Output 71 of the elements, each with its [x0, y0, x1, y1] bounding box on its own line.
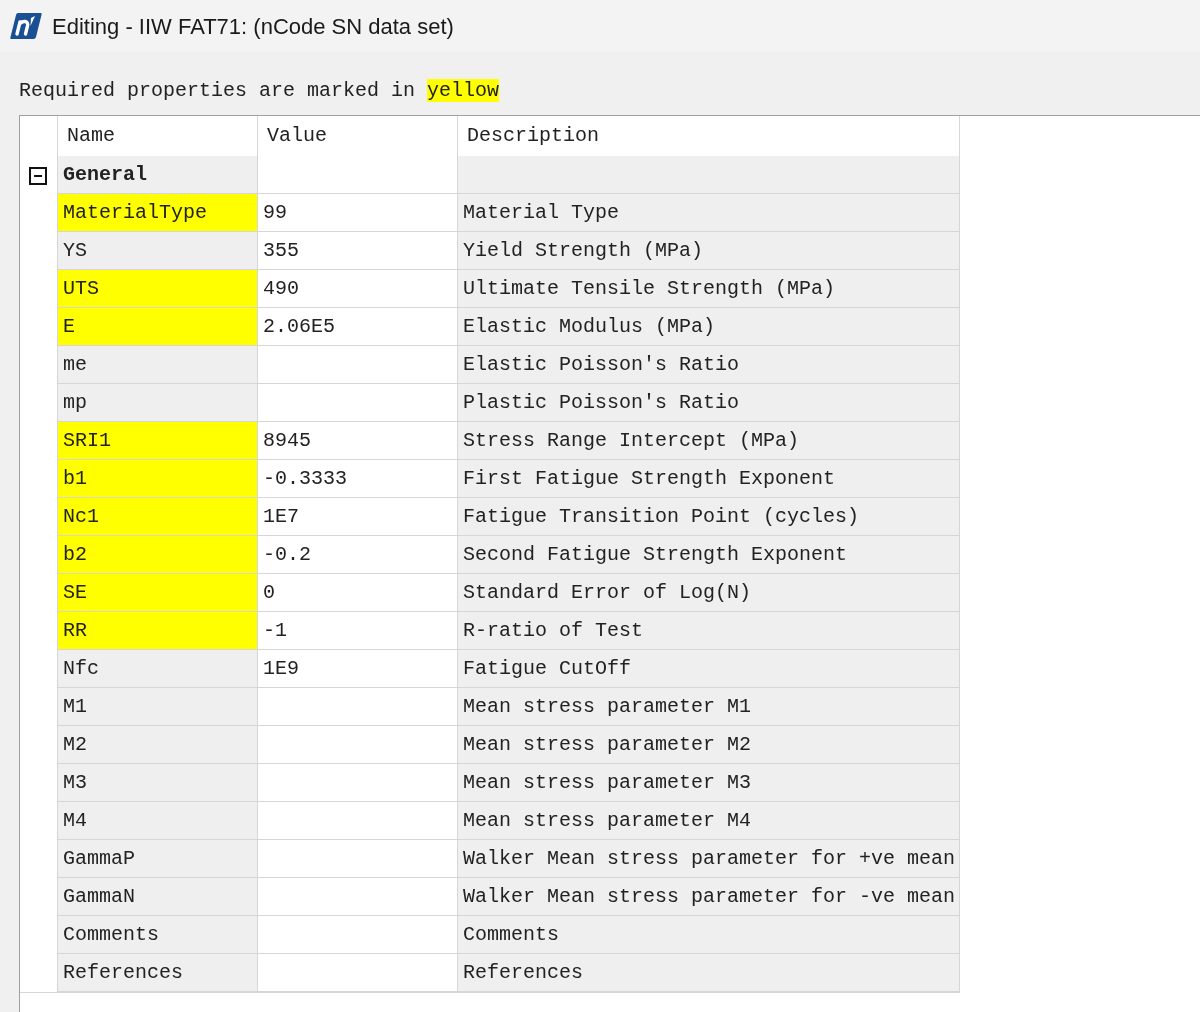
property-description: R-ratio of Test	[458, 612, 960, 650]
property-name: E	[58, 308, 258, 346]
value-field[interactable]	[258, 954, 458, 992]
value-field[interactable]	[258, 346, 458, 384]
property-description: Mean stress parameter M2	[458, 726, 960, 764]
property-name: me	[58, 346, 258, 384]
window-title: Editing - IIW FAT71: (nCode SN data set)	[52, 12, 454, 41]
property-description: First Fatigue Strength Exponent	[458, 460, 960, 498]
name-column-header[interactable]: Name	[67, 121, 115, 151]
property-name: Comments	[58, 916, 258, 954]
property-description: Material Type	[458, 194, 960, 232]
value-field[interactable]: 490	[258, 270, 458, 308]
value-field[interactable]: 2.06E5	[258, 308, 458, 346]
property-name: MaterialType	[58, 194, 258, 232]
value-field[interactable]	[258, 726, 458, 764]
property-description: Elastic Modulus (MPa)	[458, 308, 960, 346]
value-field[interactable]: -0.3333	[258, 460, 458, 498]
property-description: Stress Range Intercept (MPa)	[458, 422, 960, 460]
property-description: Mean stress parameter M3	[458, 764, 960, 802]
property-name: M4	[58, 802, 258, 840]
property-name: SRI1	[58, 422, 258, 460]
property-name: M3	[58, 764, 258, 802]
property-description: References	[458, 954, 960, 992]
property-name: GammaN	[58, 878, 258, 916]
property-name: RR	[58, 612, 258, 650]
property-name: b1	[58, 460, 258, 498]
legend-text: Required properties are marked in yellow	[19, 78, 500, 103]
property-name: UTS	[58, 270, 258, 308]
property-name: b2	[58, 536, 258, 574]
value-field[interactable]	[258, 878, 458, 916]
property-description: Plastic Poisson's Ratio	[458, 384, 960, 422]
value-field[interactable]	[258, 688, 458, 726]
property-description: Walker Mean stress parameter for -ve mean	[458, 878, 960, 916]
property-name: M1	[58, 688, 258, 726]
collapse-icon[interactable]	[29, 167, 47, 185]
property-description: Mean stress parameter M1	[458, 688, 960, 726]
value-field[interactable]: 0	[258, 574, 458, 612]
value-field[interactable]: 355	[258, 232, 458, 270]
value-field[interactable]	[258, 802, 458, 840]
value-field[interactable]: -1	[258, 612, 458, 650]
property-name: Nc1	[58, 498, 258, 536]
property-name: SE	[58, 574, 258, 612]
property-name: M2	[58, 726, 258, 764]
value-field[interactable]	[258, 764, 458, 802]
value-field[interactable]	[258, 840, 458, 878]
property-name: References	[58, 954, 258, 992]
description-column-header[interactable]: Description	[467, 121, 600, 151]
value-field[interactable]: 1E9	[258, 650, 458, 688]
app-logo-icon	[10, 13, 42, 39]
property-name: GammaP	[58, 840, 258, 878]
property-name: Nfc	[58, 650, 258, 688]
property-description: Elastic Poisson's Ratio	[458, 346, 960, 384]
value-field[interactable]: -0.2	[258, 536, 458, 574]
property-description: Fatigue Transition Point (cycles)	[458, 498, 960, 536]
property-description: Standard Error of Log(N)	[458, 574, 960, 612]
property-description: Walker Mean stress parameter for +ve mean	[458, 840, 960, 878]
property-description: Second Fatigue Strength Exponent	[458, 536, 960, 574]
property-description: Yield Strength (MPa)	[458, 232, 960, 270]
value-field[interactable]: 8945	[258, 422, 458, 460]
value-column-header[interactable]: Value	[267, 121, 327, 151]
property-description: Comments	[458, 916, 960, 954]
property-name: YS	[58, 232, 258, 270]
property-description: Ultimate Tensile Strength (MPa)	[458, 270, 960, 308]
value-field[interactable]	[258, 384, 458, 422]
value-field[interactable]: 99	[258, 194, 458, 232]
property-description: Fatigue CutOff	[458, 650, 960, 688]
property-name: mp	[58, 384, 258, 422]
group-label: General	[58, 156, 258, 194]
value-field[interactable]: 1E7	[258, 498, 458, 536]
property-description: Mean stress parameter M4	[458, 802, 960, 840]
value-field[interactable]	[258, 916, 458, 954]
